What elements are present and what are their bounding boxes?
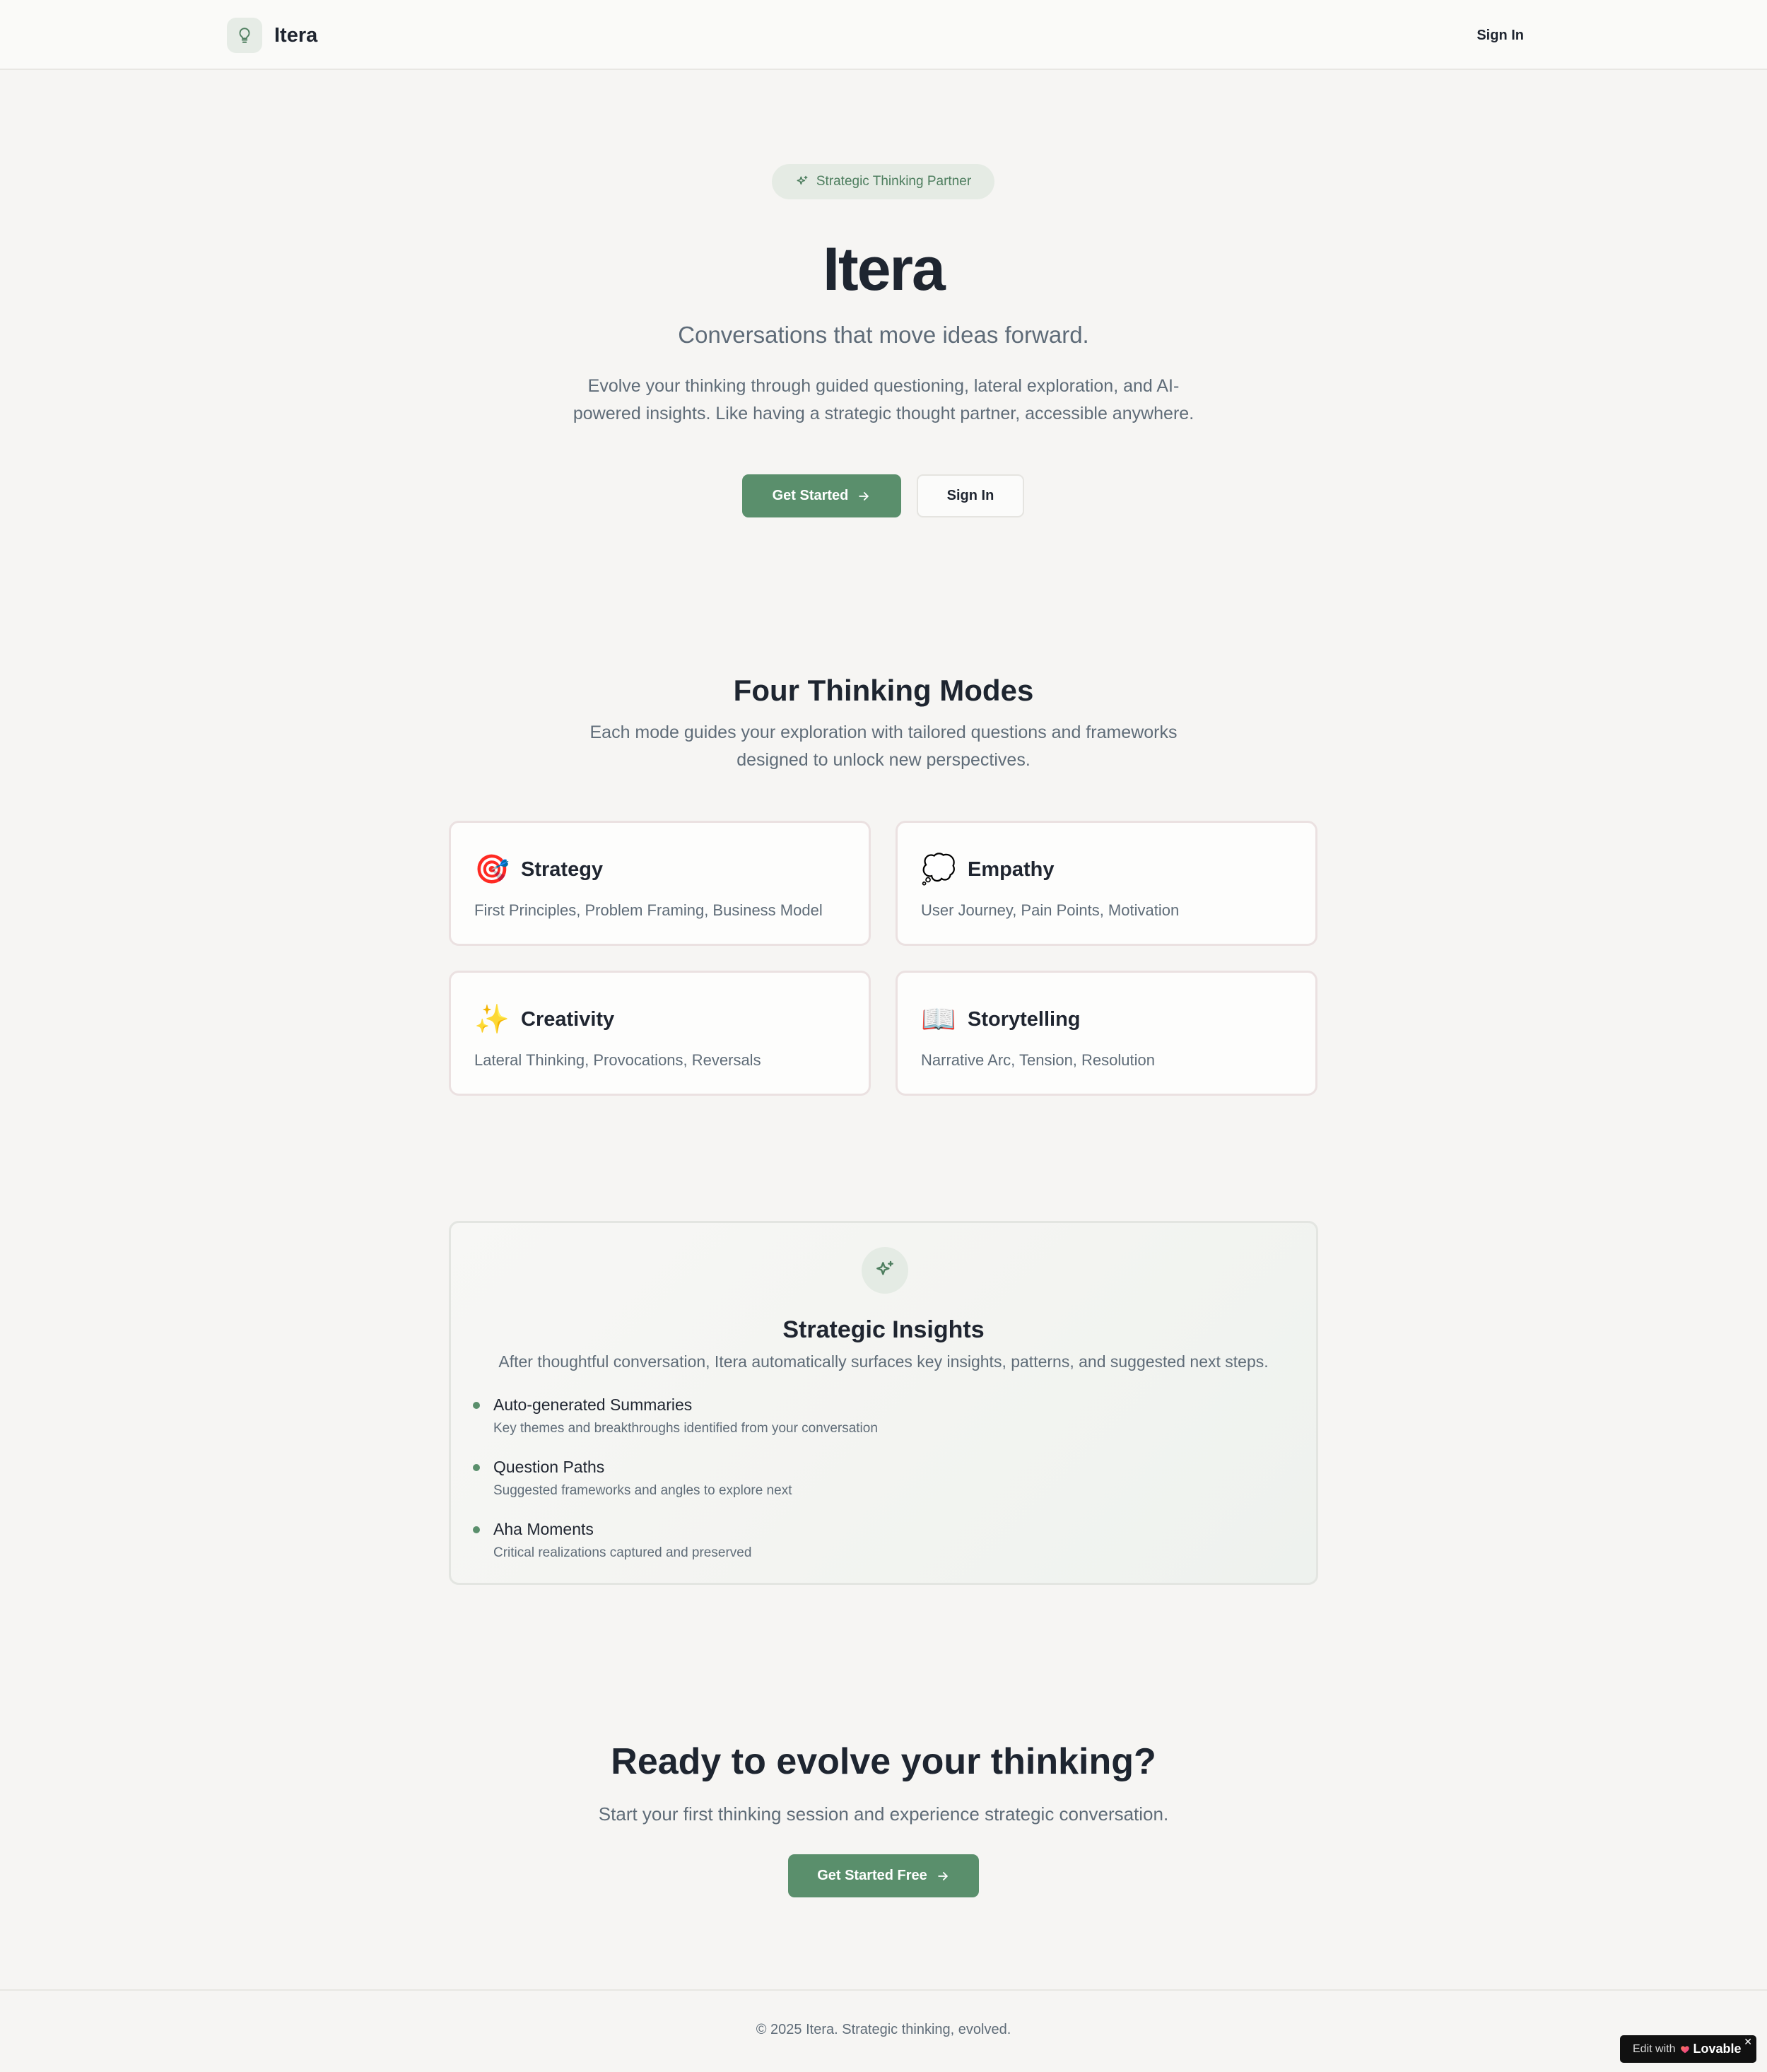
get-started-free-button[interactable]: Get Started Free <box>788 1854 979 1897</box>
bullet-dot <box>473 1402 480 1409</box>
strategic-insights-card: Strategic Insights After thoughtful conv… <box>449 1221 1318 1585</box>
landing-page: Itera Sign In Strategic Thinking Partner… <box>0 0 1767 2072</box>
mode-card-strategy[interactable]: 🎯 Strategy First Principles, Problem Fra… <box>449 821 871 946</box>
mode-card-tags: Narrative Arc, Tension, Resolution <box>921 1051 1155 1069</box>
insights-description: After thoughtful conversation, Itera aut… <box>498 1352 1269 1371</box>
insight-item-description: Key themes and breakthroughs identified … <box>493 1421 878 1436</box>
thought-bubble-icon: 💭 <box>921 854 956 885</box>
cta-title: Ready to evolve your thinking? <box>611 1741 1156 1782</box>
insight-item-title: Auto-generated Summaries <box>493 1395 693 1414</box>
hero-sign-in-button[interactable]: Sign In <box>917 474 1024 517</box>
insights-title: Strategic Insights <box>782 1316 985 1343</box>
sparkles-icon <box>862 1247 908 1294</box>
sparkles-icon <box>797 175 808 185</box>
get-started-button[interactable]: Get Started <box>742 474 901 517</box>
mode-card-title: Strategy <box>521 858 604 881</box>
insight-item-title: Question Paths <box>493 1458 605 1476</box>
mode-card-tags: Lateral Thinking, Provocations, Reversal… <box>474 1051 761 1069</box>
arrow-right-icon <box>938 1871 948 1880</box>
open-book-icon: 📖 <box>921 1004 956 1035</box>
mode-card-tags: User Journey, Pain Points, Motivation <box>921 901 1180 919</box>
mode-card-empathy[interactable]: 💭 Empathy User Journey, Pain Points, Mot… <box>896 821 1317 946</box>
cta-description: Start your first thinking session and ex… <box>598 1803 1169 1825</box>
close-icon[interactable]: ✕ <box>1744 2036 1752 2048</box>
modes-section-title: Four Thinking Modes <box>733 674 1034 707</box>
header-sign-in-button[interactable]: Sign In <box>1477 21 1524 49</box>
modes-section-description: Each mode guides your exploration with t… <box>589 722 1178 770</box>
lightbulb-icon <box>227 18 262 53</box>
insight-item-description: Critical realizations captured and prese… <box>493 1545 752 1560</box>
hero-badge-label: Strategic Thinking Partner <box>816 174 972 189</box>
mode-card-title: Empathy <box>968 858 1055 881</box>
lovable-brand-name: Lovable <box>1693 2042 1742 2056</box>
mode-card-tags: First Principles, Problem Framing, Busin… <box>474 901 823 919</box>
top-navigation-bar: Itera Sign In <box>0 0 1767 70</box>
hero-badge: Strategic Thinking Partner <box>772 164 994 199</box>
heart-icon <box>1681 2045 1690 2053</box>
hero-subtitle: Conversations that move ideas forward. <box>678 322 1089 348</box>
get-started-free-label: Get Started Free <box>817 1868 927 1883</box>
lovable-edit-label: Edit with <box>1633 2042 1676 2055</box>
edit-with-lovable-badge[interactable]: Edit with Lovable ✕ <box>1620 2035 1756 2063</box>
mode-card-creativity[interactable]: ✨ Creativity Lateral Thinking, Provocati… <box>449 971 871 1096</box>
mode-card-title: Storytelling <box>968 1007 1081 1031</box>
insight-item-title: Aha Moments <box>493 1520 594 1538</box>
bullet-dot <box>473 1526 480 1533</box>
bullet-dot <box>473 1464 480 1471</box>
insight-item-description: Suggested frameworks and angles to explo… <box>493 1483 792 1498</box>
arrow-right-icon <box>859 491 869 501</box>
target-icon: 🎯 <box>474 854 510 885</box>
get-started-label: Get Started <box>772 488 849 503</box>
brand[interactable]: Itera <box>227 18 317 53</box>
footer: © 2025 Itera. Strategic thinking, evolve… <box>0 1989 1767 2072</box>
sparkles-icon: ✨ <box>474 1004 510 1035</box>
hero-title: Itera <box>823 235 946 303</box>
footer-copyright: © 2025 Itera. Strategic thinking, evolve… <box>756 2022 1011 2037</box>
mode-card-storytelling[interactable]: 📖 Storytelling Narrative Arc, Tension, R… <box>896 971 1317 1096</box>
mode-card-title: Creativity <box>521 1007 615 1031</box>
hero-description: Evolve your thinking through guided ques… <box>573 376 1194 423</box>
brand-name: Itera <box>274 23 318 47</box>
